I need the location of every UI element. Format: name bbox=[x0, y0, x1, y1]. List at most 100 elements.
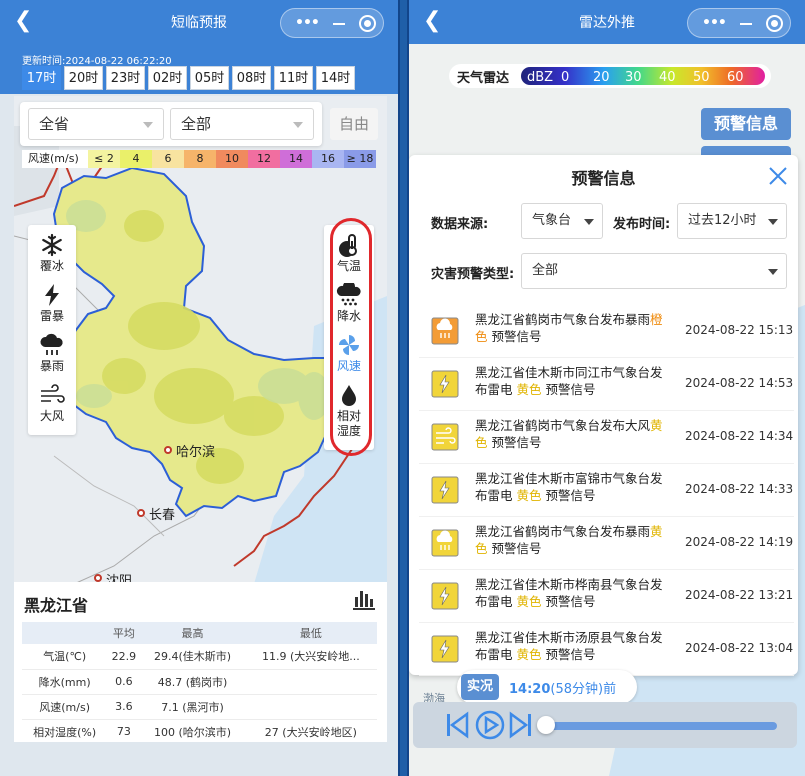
changchun-dot bbox=[137, 509, 145, 517]
radar-screen: ❮ 雷达外推 ••• 天气雷达 dBZ 0 20 30 40 50 60 预警信… bbox=[407, 0, 805, 776]
live-tag[interactable]: 实况 bbox=[461, 674, 499, 700]
warning-time: 2024-08-22 13:04 bbox=[685, 641, 794, 655]
table-header: 最低 bbox=[244, 622, 377, 644]
timeline-slider-handle[interactable] bbox=[537, 716, 555, 734]
tool-lightning[interactable]: 雷暴 bbox=[28, 283, 76, 324]
time-tab[interactable]: 05时 bbox=[190, 66, 229, 90]
table-cell: 3.6 bbox=[107, 694, 141, 720]
area-select[interactable]: 全部 bbox=[170, 108, 314, 140]
warning-item[interactable]: 黑龙江省鹤岗市气象台发布暴雨橙色 预警信号 2024-08-22 15:13 bbox=[419, 305, 794, 358]
time-tab[interactable]: 17时 bbox=[22, 66, 61, 90]
warning-item[interactable]: 黑龙江省佳木斯市富锦市气象台发 布雷电 黄色 预警信号 2024-08-22 14:… bbox=[419, 464, 794, 517]
warning-item[interactable]: 黑龙江省鹤岗市气象台发布暴雨黄色 预警信号 2024-08-22 14:19 bbox=[419, 517, 794, 570]
table-cell: 22.9 bbox=[107, 644, 141, 670]
time-tab[interactable]: 23时 bbox=[106, 66, 145, 90]
warning-text: 黑龙江省佳木斯市同江市气象台发 布雷电 黄色 预警信号 bbox=[475, 364, 675, 398]
more-icon[interactable]: ••• bbox=[702, 15, 727, 31]
city-label-changchun[interactable]: 长春 bbox=[149, 504, 175, 523]
more-icon[interactable]: ••• bbox=[295, 15, 320, 31]
table-row: 降水(mm) 0.6 48.7 (鹤岗市) bbox=[22, 669, 377, 695]
time-tabs: 17时 20时 23时 02时 05时 08时 11时 14时 bbox=[22, 66, 358, 90]
update-time: 更新时间:2024-08-22 06:22:20 bbox=[22, 56, 172, 67]
province-select[interactable]: 全省 bbox=[28, 108, 164, 140]
thunder-warning-icon bbox=[431, 370, 459, 398]
radar-value: 40 bbox=[659, 70, 676, 85]
wind-legend-item: 4 bbox=[120, 150, 152, 168]
disaster-type-select[interactable]: 全部 bbox=[521, 253, 787, 289]
tool-label: 暴雨 bbox=[39, 359, 64, 373]
time-tab[interactable]: 02时 bbox=[148, 66, 187, 90]
warning-item[interactable]: 黑龙江省佳木斯市桦南县气象台发 布雷电 黄色 预警信号 2024-08-22 13:… bbox=[419, 570, 794, 623]
table-cell: 气温(℃) bbox=[22, 644, 108, 670]
tool-label: 大风 bbox=[39, 409, 64, 423]
bottom-spacer bbox=[0, 742, 398, 776]
province-name: 黑龙江省 bbox=[24, 596, 89, 615]
wind-legend-item: 8 bbox=[184, 150, 216, 168]
warning-text-part: 色 bbox=[475, 541, 488, 556]
tool-snowflake[interactable]: 覆冰 bbox=[28, 233, 76, 274]
province-stats-card: 黑龙江省 平均 最高 最低 气温(℃) 22.9 29.4(佳木斯市) 11.9 (大兴安… bbox=[14, 582, 387, 745]
table-header: 最高 bbox=[140, 622, 245, 644]
warning-info-button[interactable]: 预警信息 bbox=[701, 108, 791, 140]
warning-item[interactable]: 黑龙江省佳木斯市汤原县气象台发 布雷电 黄色 预警信号 2024-08-22 13:… bbox=[419, 623, 794, 676]
warning-text-part: 黑龙江省佳木斯市富锦市气象台发 bbox=[475, 471, 663, 486]
warning-text-part: 色 bbox=[475, 435, 488, 450]
stats-table: 平均 最高 最低 气温(℃) 22.9 29.4(佳木斯市) 11.9 (大兴安岭地...… bbox=[22, 622, 377, 745]
tool-wind[interactable]: 大风 bbox=[28, 383, 76, 424]
live-time: 14:20(58分钟)前 bbox=[509, 678, 616, 697]
timeline-slider[interactable] bbox=[549, 722, 777, 730]
free-select-button[interactable]: 自由 bbox=[330, 108, 378, 140]
time-tab[interactable]: 08时 bbox=[232, 66, 271, 90]
publish-time-select[interactable]: 过去12小时 bbox=[677, 203, 787, 239]
snowflake-icon bbox=[28, 233, 76, 259]
time-tab[interactable]: 11时 bbox=[274, 66, 313, 90]
close-mini-program-icon[interactable] bbox=[766, 15, 783, 32]
warning-text-part: 黑龙江省佳木斯市汤原县气象台发 bbox=[475, 630, 663, 645]
radar-legend-title: 天气雷达 bbox=[457, 71, 510, 86]
minimize-icon[interactable] bbox=[740, 23, 752, 25]
source-label: 数据来源: bbox=[431, 217, 489, 232]
table-cell: 降水(mm) bbox=[22, 669, 108, 695]
title-bar: ❮ 短临预报 ••• bbox=[0, 0, 398, 44]
time-tab[interactable]: 20时 bbox=[64, 66, 103, 90]
wind-legend-item: 14 bbox=[280, 150, 312, 168]
chevron-down-icon bbox=[768, 269, 778, 275]
publish-time-label: 发布时间: bbox=[613, 217, 671, 232]
table-cell: 29.4(佳木斯市) bbox=[140, 644, 245, 670]
source-select[interactable]: 气象台 bbox=[521, 203, 603, 239]
radar-value: 60 bbox=[727, 70, 744, 85]
tool-rain-cloud[interactable]: 暴雨 bbox=[28, 333, 76, 374]
wind-legend-label: 风速(m/s) bbox=[22, 150, 88, 168]
warning-text-part: 预警信号 bbox=[487, 541, 542, 556]
warning-item[interactable]: 黑龙江省鹤岗市气象台发布大风黄色 预警信号 2024-08-22 14:34 bbox=[419, 411, 794, 464]
skip-forward-icon[interactable] bbox=[509, 710, 533, 740]
wind-legend-item: ≥ 18 bbox=[344, 150, 376, 168]
rainstorm-warning-icon bbox=[431, 529, 459, 557]
table-cell: 27 (大兴安岭地区) bbox=[244, 719, 377, 745]
bar-chart-icon[interactable] bbox=[352, 588, 376, 610]
warning-time: 2024-08-22 13:21 bbox=[685, 588, 794, 602]
wind-speed-legend: 风速(m/s) ≤ 2 4 6 8 10 12 14 16 ≥ 18 bbox=[22, 150, 376, 168]
live-time-indicator: 实况 14:20(58分钟)前 bbox=[457, 670, 637, 704]
publish-time-select-value: 过去12小时 bbox=[688, 213, 757, 228]
close-mini-program-icon[interactable] bbox=[359, 15, 376, 32]
close-icon[interactable] bbox=[767, 165, 789, 187]
minimize-icon[interactable] bbox=[333, 23, 345, 25]
time-tab[interactable]: 14时 bbox=[316, 66, 355, 90]
play-icon[interactable] bbox=[475, 710, 505, 740]
warning-text: 黑龙江省鹤岗市气象台发布暴雨橙色 预警信号 bbox=[475, 311, 675, 345]
warning-text-part: 预警信号 bbox=[541, 382, 596, 397]
mini-program-capsule: ••• bbox=[687, 8, 791, 38]
disaster-type-select-value: 全部 bbox=[532, 263, 559, 278]
live-time-ago: (58分钟)前 bbox=[550, 682, 617, 697]
warning-time: 2024-08-22 14:53 bbox=[685, 376, 794, 390]
warning-item[interactable]: 黑龙江省佳木斯市同江市气象台发 布雷电 黄色 预警信号 2024-08-22 14:… bbox=[419, 358, 794, 411]
shenyang-dot bbox=[94, 574, 102, 582]
table-cell: 100 (哈尔滨市) bbox=[140, 719, 245, 745]
radar-unit: dBZ bbox=[527, 70, 554, 85]
chevron-down-icon bbox=[143, 122, 153, 128]
province-select-value: 全省 bbox=[39, 115, 70, 133]
city-label-harbin[interactable]: 哈尔滨 bbox=[176, 441, 215, 460]
harbin-dot bbox=[164, 446, 172, 454]
skip-back-icon[interactable] bbox=[445, 710, 469, 740]
